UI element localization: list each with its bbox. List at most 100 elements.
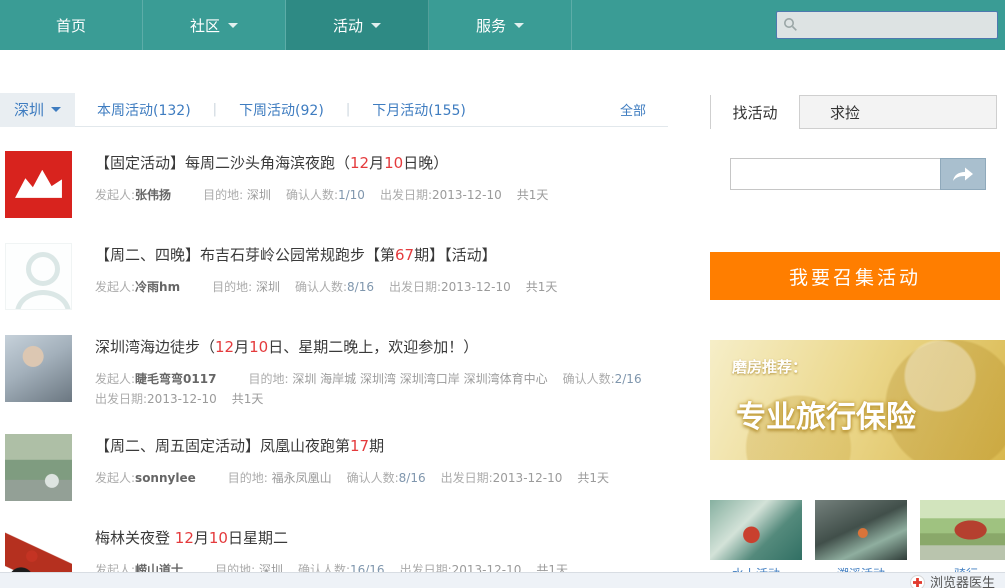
activity-destination-value: 深圳 <box>247 188 271 202</box>
insurance-ad-banner[interactable]: 磨房推荐： 专业旅行保险 <box>710 340 1005 460</box>
activity-destination-value: 福永凤凰山 <box>272 471 332 485</box>
activity-organizer-label: 发起人: <box>95 188 135 202</box>
activity-thumbnail[interactable] <box>5 151 72 218</box>
sidebar: 找活动 求捡 我要召集活动 磨房推荐： 专业旅行保险 <box>710 50 1005 588</box>
nav-search <box>776 11 998 39</box>
activity-confirmed-label: 确认人数: <box>286 188 338 202</box>
activity-body: 【固定活动】每周二沙头角海滨夜跑（12月10日晚） 发起人:张伟扬目的地: 深圳… <box>95 151 668 218</box>
banner-kicker: 磨房推荐： <box>732 356 807 377</box>
activity-duration-value: 共1天 <box>526 280 558 294</box>
activity-thumbnail[interactable] <box>5 335 72 402</box>
activity-confirmed-value: 8/16 <box>347 280 374 294</box>
activity-destination-label: 目的地: <box>212 280 256 294</box>
chevron-down-icon <box>371 23 381 28</box>
activity-organizer-label: 发起人: <box>95 372 135 386</box>
notice-label: 浏览器医生 <box>930 575 995 588</box>
activity-destination-label: 目的地: <box>228 471 272 485</box>
activity-date-value: 2013-12-10 <box>432 188 502 202</box>
sidebar-tabs: 找活动 求捡 <box>710 95 997 129</box>
share-arrow-icon <box>952 166 974 182</box>
side-photo-cycling[interactable] <box>920 500 1005 560</box>
activity-organizer-value: 冷雨hm <box>135 280 180 294</box>
tab-find-activity[interactable]: 找活动 <box>710 95 800 129</box>
banner-title: 专业旅行保险 <box>736 392 916 436</box>
activity-date-value: 2013-12-10 <box>493 471 563 485</box>
activity-duration-value: 共1天 <box>517 188 549 202</box>
filter-this-week[interactable]: 本周活动(132) <box>97 100 191 120</box>
activity-meta: 发起人:冷雨hm 目的地: 深圳 确认人数:8/16 出发日期:2013-12-10 共… <box>95 277 668 297</box>
chevron-down-icon <box>514 23 524 28</box>
filter-bar: 深圳 本周活动(132) | 下周活动(92) | 下月活动(155) 全部 <box>0 93 668 127</box>
create-activity-button[interactable]: 我要召集活动 <box>710 252 1000 300</box>
nav-item-label: 活动 <box>333 15 363 36</box>
activity-confirmed-value: 2/16 <box>615 372 642 386</box>
sidebar-search <box>730 158 1005 190</box>
activity-date-value: 2013-12-10 <box>147 392 217 406</box>
activity-organizer-label: 发起人: <box>95 471 135 485</box>
activity-body: 【周二、周五固定活动】凤凰山夜跑第17期 发起人:sonnylee 目的地: 福永… <box>95 434 668 501</box>
activity-title[interactable]: 【周二、周五固定活动】凤凰山夜跑第17期 <box>95 435 668 456</box>
nav-item-community[interactable]: 社区 <box>143 0 286 50</box>
chevron-down-icon <box>228 23 238 28</box>
sidebar-photos <box>710 500 1005 560</box>
city-selector[interactable]: 深圳 <box>0 93 75 127</box>
activity-thumbnail[interactable] <box>5 434 72 501</box>
search-icon <box>783 17 798 32</box>
activity-title[interactable]: 深圳湾海边徒步（12月10日、星期二晚上，欢迎参加！） <box>95 336 668 357</box>
activity-confirmed-value: 8/16 <box>399 471 426 485</box>
activity-destination-label: 目的地: <box>248 372 292 386</box>
side-photo-canyoning[interactable] <box>815 500 907 560</box>
activity-confirmed-label: 确认人数: <box>563 372 615 386</box>
activity-confirmed-label: 确认人数: <box>295 280 347 294</box>
divider: | <box>346 102 350 117</box>
activity-organizer-value: sonnylee <box>135 471 196 485</box>
activity-destination-value: 深圳 <box>256 280 280 294</box>
nav-item-home[interactable]: 首页 <box>0 0 143 50</box>
activity-thumbnail[interactable] <box>5 243 72 310</box>
activity-title[interactable]: 【固定活动】每周二沙头角海滨夜跑（12月10日晚） <box>95 152 668 173</box>
activity-date-value: 2013-12-10 <box>441 280 511 294</box>
activity-organizer-label: 发起人: <box>95 280 135 294</box>
activity-destination-label: 目的地: <box>203 188 247 202</box>
nav-item-services[interactable]: 服务 <box>429 0 572 50</box>
activity-date-label: 出发日期: <box>380 188 432 202</box>
activity-title[interactable]: 【周二、四晚】布吉石芽岭公园常规跑步【第67期】【活动】 <box>95 244 668 265</box>
divider: | <box>213 102 217 117</box>
activity-title[interactable]: 梅林关夜登 12月10日星期二 <box>95 527 668 548</box>
browser-doctor-notice[interactable]: 浏览器医生 <box>910 575 995 588</box>
bottom-bar: 浏览器医生 <box>0 572 1005 588</box>
activity-date-label: 出发日期: <box>389 280 441 294</box>
activity-confirmed-label: 确认人数: <box>347 471 399 485</box>
activity-confirmed-value: 1/10 <box>338 188 365 202</box>
nav-item-label: 社区 <box>190 15 220 36</box>
city-label: 深圳 <box>14 99 44 120</box>
sidebar-search-input[interactable] <box>730 158 940 190</box>
activity-row: 【固定活动】每周二沙头角海滨夜跑（12月10日晚） 发起人:张伟扬目的地: 深圳… <box>5 151 668 218</box>
side-photo-kayak[interactable] <box>710 500 802 560</box>
tab-seek-pickup[interactable]: 求捡 <box>800 96 890 128</box>
activity-date-label: 出发日期: <box>441 471 493 485</box>
activity-duration-value: 共1天 <box>577 471 609 485</box>
activity-row: 【周二、周五固定活动】凤凰山夜跑第17期 发起人:sonnylee 目的地: 福永… <box>5 434 668 501</box>
red-cross-icon <box>910 575 925 588</box>
filter-next-month[interactable]: 下月活动(155) <box>372 100 466 120</box>
sidebar-search-button[interactable] <box>940 158 986 190</box>
activity-meta: 发起人:张伟扬目的地: 深圳确认人数:1/10出发日期:2013-12-10共1… <box>95 185 668 205</box>
activity-list: 【固定活动】每周二沙头角海滨夜跑（12月10日晚） 发起人:张伟扬目的地: 深圳… <box>0 127 668 588</box>
filter-next-week[interactable]: 下周活动(92) <box>239 100 324 120</box>
chevron-down-icon <box>51 107 61 112</box>
activity-body: 【周二、四晚】布吉石芽岭公园常规跑步【第67期】【活动】 发起人:冷雨hm 目的地… <box>95 243 668 310</box>
search-input[interactable] <box>776 11 998 39</box>
activity-destination-value: 深圳 海岸城 深圳湾 深圳湾口岸 深圳湾体育中心 <box>292 372 547 386</box>
nav-item-label: 首页 <box>56 15 86 36</box>
activity-meta: 发起人:sonnylee 目的地: 福永凤凰山 确认人数:8/16 出发日期:2013… <box>95 468 668 488</box>
nav-item-activities[interactable]: 活动 <box>286 0 429 50</box>
nav-item-label: 服务 <box>476 15 506 36</box>
filter-all[interactable]: 全部 <box>620 100 646 119</box>
activity-organizer-value: 睫毛弯弯0117 <box>135 372 216 386</box>
activity-meta: 发起人:睫毛弯弯0117 目的地: 深圳 海岸城 深圳湾 深圳湾口岸 深圳湾体育中… <box>95 369 668 409</box>
page: 首页 社区 活动 服务 深圳 <box>0 0 1005 588</box>
activity-body: 深圳湾海边徒步（12月10日、星期二晚上，欢迎参加！） 发起人:睫毛弯弯0117… <box>95 335 668 409</box>
activity-row: 【周二、四晚】布吉石芽岭公园常规跑步【第67期】【活动】 发起人:冷雨hm 目的地… <box>5 243 668 310</box>
top-nav: 首页 社区 活动 服务 <box>0 0 1005 50</box>
